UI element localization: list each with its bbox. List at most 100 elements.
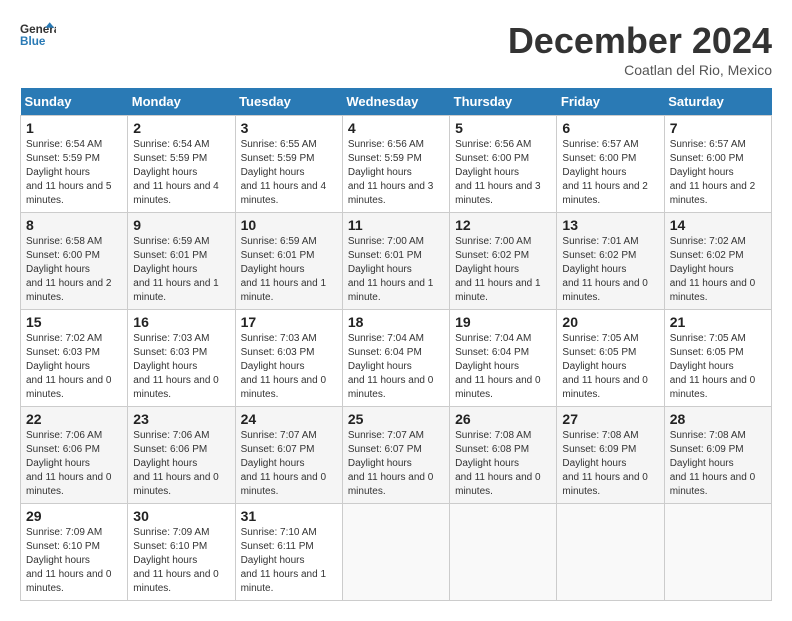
calendar-cell: 15 Sunrise: 7:02 AM Sunset: 6:03 PM Dayl… — [21, 310, 128, 407]
day-number: 14 — [670, 217, 766, 233]
calendar-table: Sunday Monday Tuesday Wednesday Thursday… — [20, 88, 772, 601]
day-detail: Sunrise: 7:03 AM Sunset: 6:03 PM Dayligh… — [133, 332, 229, 402]
day-detail: Sunrise: 7:02 AM Sunset: 6:02 PM Dayligh… — [670, 235, 766, 305]
day-detail: Sunrise: 7:08 AM Sunset: 6:09 PM Dayligh… — [670, 429, 766, 499]
calendar-cell — [664, 504, 771, 601]
day-detail: Sunrise: 7:06 AM Sunset: 6:06 PM Dayligh… — [133, 429, 229, 499]
day-detail: Sunrise: 7:02 AM Sunset: 6:03 PM Dayligh… — [26, 332, 122, 402]
day-number: 19 — [455, 314, 551, 330]
calendar-cell: 7 Sunrise: 6:57 AM Sunset: 6:00 PM Dayli… — [664, 116, 771, 213]
day-number: 22 — [26, 411, 122, 427]
day-number: 10 — [241, 217, 337, 233]
calendar-cell: 30 Sunrise: 7:09 AM Sunset: 6:10 PM Dayl… — [128, 504, 235, 601]
day-detail: Sunrise: 7:00 AM Sunset: 6:01 PM Dayligh… — [348, 235, 444, 305]
day-number: 12 — [455, 217, 551, 233]
day-detail: Sunrise: 7:00 AM Sunset: 6:02 PM Dayligh… — [455, 235, 551, 305]
day-detail: Sunrise: 6:54 AM Sunset: 5:59 PM Dayligh… — [133, 138, 229, 208]
week-row-5: 29 Sunrise: 7:09 AM Sunset: 6:10 PM Dayl… — [21, 504, 772, 601]
calendar-cell: 11 Sunrise: 7:00 AM Sunset: 6:01 PM Dayl… — [342, 213, 449, 310]
day-detail: Sunrise: 7:08 AM Sunset: 6:08 PM Dayligh… — [455, 429, 551, 499]
day-number: 3 — [241, 120, 337, 136]
day-number: 13 — [562, 217, 658, 233]
day-detail: Sunrise: 7:09 AM Sunset: 6:10 PM Dayligh… — [26, 526, 122, 596]
header-saturday: Saturday — [664, 88, 771, 116]
day-number: 18 — [348, 314, 444, 330]
day-number: 7 — [670, 120, 766, 136]
day-number: 5 — [455, 120, 551, 136]
day-number: 23 — [133, 411, 229, 427]
day-detail: Sunrise: 6:56 AM Sunset: 5:59 PM Dayligh… — [348, 138, 444, 208]
calendar-cell: 20 Sunrise: 7:05 AM Sunset: 6:05 PM Dayl… — [557, 310, 664, 407]
day-detail: Sunrise: 7:07 AM Sunset: 6:07 PM Dayligh… — [348, 429, 444, 499]
day-detail: Sunrise: 7:09 AM Sunset: 6:10 PM Dayligh… — [133, 526, 229, 596]
header-sunday: Sunday — [21, 88, 128, 116]
day-headers-row: Sunday Monday Tuesday Wednesday Thursday… — [21, 88, 772, 116]
header-monday: Monday — [128, 88, 235, 116]
day-number: 2 — [133, 120, 229, 136]
header-wednesday: Wednesday — [342, 88, 449, 116]
title-block: December 2024 Coatlan del Rio, Mexico — [508, 20, 772, 78]
day-detail: Sunrise: 7:04 AM Sunset: 6:04 PM Dayligh… — [348, 332, 444, 402]
calendar-cell: 10 Sunrise: 6:59 AM Sunset: 6:01 PM Dayl… — [235, 213, 342, 310]
calendar-cell: 3 Sunrise: 6:55 AM Sunset: 5:59 PM Dayli… — [235, 116, 342, 213]
day-number: 20 — [562, 314, 658, 330]
header-tuesday: Tuesday — [235, 88, 342, 116]
day-number: 8 — [26, 217, 122, 233]
calendar-cell: 13 Sunrise: 7:01 AM Sunset: 6:02 PM Dayl… — [557, 213, 664, 310]
day-detail: Sunrise: 6:59 AM Sunset: 6:01 PM Dayligh… — [241, 235, 337, 305]
day-detail: Sunrise: 7:05 AM Sunset: 6:05 PM Dayligh… — [562, 332, 658, 402]
day-number: 24 — [241, 411, 337, 427]
month-title: December 2024 — [508, 20, 772, 62]
calendar-cell: 19 Sunrise: 7:04 AM Sunset: 6:04 PM Dayl… — [450, 310, 557, 407]
header-thursday: Thursday — [450, 88, 557, 116]
location: Coatlan del Rio, Mexico — [508, 62, 772, 78]
week-row-4: 22 Sunrise: 7:06 AM Sunset: 6:06 PM Dayl… — [21, 407, 772, 504]
page-header: General Blue December 2024 Coatlan del R… — [20, 20, 772, 78]
day-number: 4 — [348, 120, 444, 136]
calendar-cell: 31 Sunrise: 7:10 AM Sunset: 6:11 PM Dayl… — [235, 504, 342, 601]
calendar-cell — [450, 504, 557, 601]
calendar-cell: 4 Sunrise: 6:56 AM Sunset: 5:59 PM Dayli… — [342, 116, 449, 213]
day-number: 25 — [348, 411, 444, 427]
calendar-cell: 28 Sunrise: 7:08 AM Sunset: 6:09 PM Dayl… — [664, 407, 771, 504]
calendar-cell: 17 Sunrise: 7:03 AM Sunset: 6:03 PM Dayl… — [235, 310, 342, 407]
day-number: 21 — [670, 314, 766, 330]
calendar-cell: 18 Sunrise: 7:04 AM Sunset: 6:04 PM Dayl… — [342, 310, 449, 407]
day-number: 1 — [26, 120, 122, 136]
day-number: 17 — [241, 314, 337, 330]
day-number: 30 — [133, 508, 229, 524]
calendar-cell: 6 Sunrise: 6:57 AM Sunset: 6:00 PM Dayli… — [557, 116, 664, 213]
day-detail: Sunrise: 7:03 AM Sunset: 6:03 PM Dayligh… — [241, 332, 337, 402]
day-detail: Sunrise: 7:01 AM Sunset: 6:02 PM Dayligh… — [562, 235, 658, 305]
calendar-cell — [557, 504, 664, 601]
day-detail: Sunrise: 6:55 AM Sunset: 5:59 PM Dayligh… — [241, 138, 337, 208]
calendar-cell: 12 Sunrise: 7:00 AM Sunset: 6:02 PM Dayl… — [450, 213, 557, 310]
day-detail: Sunrise: 7:06 AM Sunset: 6:06 PM Dayligh… — [26, 429, 122, 499]
calendar-cell: 1 Sunrise: 6:54 AM Sunset: 5:59 PM Dayli… — [21, 116, 128, 213]
calendar-cell: 5 Sunrise: 6:56 AM Sunset: 6:00 PM Dayli… — [450, 116, 557, 213]
week-row-3: 15 Sunrise: 7:02 AM Sunset: 6:03 PM Dayl… — [21, 310, 772, 407]
logo: General Blue — [20, 20, 56, 48]
day-detail: Sunrise: 6:56 AM Sunset: 6:00 PM Dayligh… — [455, 138, 551, 208]
calendar-cell: 8 Sunrise: 6:58 AM Sunset: 6:00 PM Dayli… — [21, 213, 128, 310]
day-detail: Sunrise: 7:07 AM Sunset: 6:07 PM Dayligh… — [241, 429, 337, 499]
day-number: 27 — [562, 411, 658, 427]
day-detail: Sunrise: 6:57 AM Sunset: 6:00 PM Dayligh… — [670, 138, 766, 208]
day-number: 16 — [133, 314, 229, 330]
day-number: 11 — [348, 217, 444, 233]
calendar-cell: 14 Sunrise: 7:02 AM Sunset: 6:02 PM Dayl… — [664, 213, 771, 310]
day-number: 28 — [670, 411, 766, 427]
day-detail: Sunrise: 6:58 AM Sunset: 6:00 PM Dayligh… — [26, 235, 122, 305]
logo-icon: General Blue — [20, 20, 56, 48]
day-detail: Sunrise: 7:05 AM Sunset: 6:05 PM Dayligh… — [670, 332, 766, 402]
calendar-cell: 9 Sunrise: 6:59 AM Sunset: 6:01 PM Dayli… — [128, 213, 235, 310]
day-detail: Sunrise: 7:04 AM Sunset: 6:04 PM Dayligh… — [455, 332, 551, 402]
day-number: 15 — [26, 314, 122, 330]
calendar-cell: 27 Sunrise: 7:08 AM Sunset: 6:09 PM Dayl… — [557, 407, 664, 504]
day-number: 9 — [133, 217, 229, 233]
week-row-2: 8 Sunrise: 6:58 AM Sunset: 6:00 PM Dayli… — [21, 213, 772, 310]
day-number: 6 — [562, 120, 658, 136]
calendar-cell: 25 Sunrise: 7:07 AM Sunset: 6:07 PM Dayl… — [342, 407, 449, 504]
day-number: 26 — [455, 411, 551, 427]
day-detail: Sunrise: 7:10 AM Sunset: 6:11 PM Dayligh… — [241, 526, 337, 596]
